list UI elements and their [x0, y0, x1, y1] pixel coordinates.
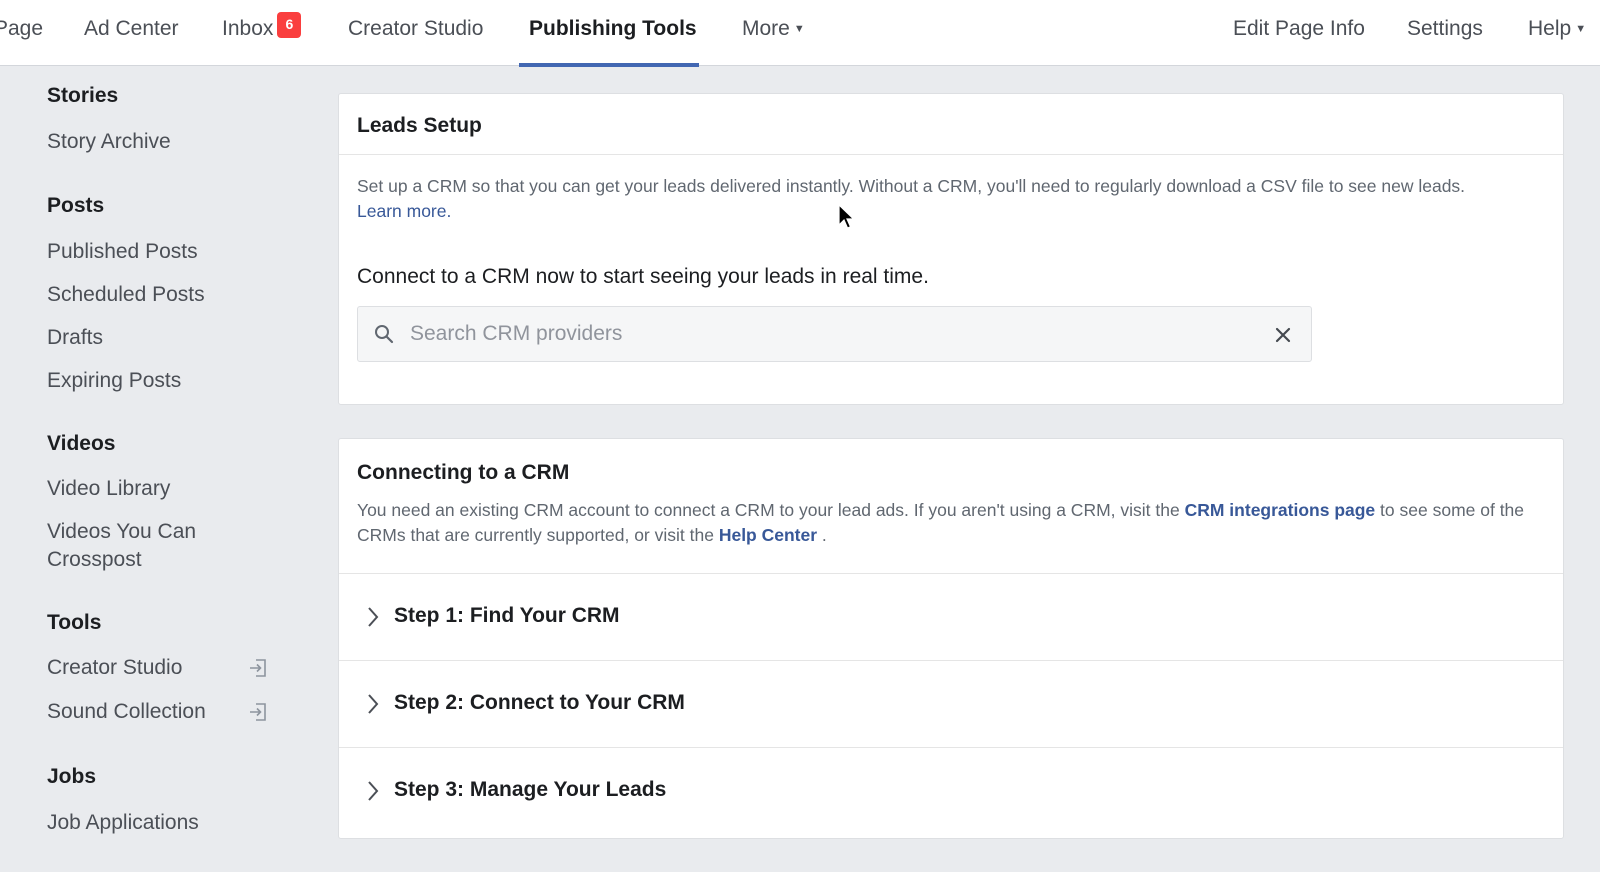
sidebar-item-story-archive[interactable]: Story Archive: [47, 128, 171, 156]
connecting-crm-title: Connecting to a CRM: [357, 461, 570, 484]
chevron-right-icon: [368, 607, 379, 627]
sidebar-item-job-applications[interactable]: Job Applications: [47, 809, 199, 837]
nav-edit-page-info[interactable]: Edit Page Info: [1233, 0, 1365, 66]
chevron-right-icon: [368, 694, 379, 714]
connecting-desc-part1: You need an existing CRM account to conn…: [357, 500, 1180, 520]
external-link-icon[interactable]: [248, 658, 268, 678]
clear-search-icon[interactable]: [1274, 326, 1292, 344]
sidebar-heading-tools: Tools: [47, 611, 102, 634]
search-icon: [375, 325, 394, 344]
sidebar-item-drafts[interactable]: Drafts: [47, 324, 103, 352]
nav-tab-publishing-tools-label: Publishing Tools: [529, 17, 697, 40]
step-3-label: Step 3: Manage Your Leads: [394, 778, 667, 801]
nav-settings[interactable]: Settings: [1407, 0, 1483, 66]
crm-search-box: [357, 306, 1312, 362]
nav-help-label: Help: [1528, 17, 1572, 40]
connect-crm-prompt: Connect to a CRM now to start seeing you…: [357, 265, 929, 288]
chevron-right-icon: [368, 781, 379, 801]
sidebar-item-expiring-posts[interactable]: Expiring Posts: [47, 367, 181, 395]
leads-setup-description-text: Set up a CRM so that you can get your le…: [357, 176, 1466, 196]
connecting-crm-description: You need an existing CRM account to conn…: [357, 498, 1547, 548]
sidebar-item-published-posts[interactable]: Published Posts: [47, 238, 198, 266]
nav-tab-creator-studio[interactable]: Creator Studio: [348, 0, 483, 66]
step-2-row[interactable]: Step 2: Connect to Your CRM: [339, 661, 1563, 747]
mouse-cursor-icon: [838, 204, 855, 229]
sidebar-heading-videos: Videos: [47, 432, 116, 455]
step-1-row[interactable]: Step 1: Find Your CRM: [339, 574, 1563, 660]
caret-down-icon: ▼: [1575, 23, 1587, 36]
nav-tab-inbox[interactable]: Inbox 6: [222, 0, 302, 66]
nav-tab-inbox-label: Inbox: [222, 17, 274, 40]
learn-more-link[interactable]: Learn more.: [357, 201, 451, 221]
sidebar-item-video-library[interactable]: Video Library: [47, 475, 170, 503]
nav-tab-more-label: More: [742, 17, 790, 40]
nav-tab-ad-center[interactable]: Ad Center: [84, 0, 179, 66]
inbox-count-badge: 6: [277, 12, 302, 38]
sidebar: Stories Story Archive Posts Published Po…: [0, 66, 310, 872]
active-tab-indicator: [519, 63, 699, 67]
sidebar-item-videos-you-can-crosspost[interactable]: Videos You Can Crosspost: [47, 518, 247, 574]
nav-tab-publishing-tools[interactable]: Publishing Tools: [519, 0, 699, 67]
sidebar-item-creator-studio[interactable]: Creator Studio: [47, 654, 182, 682]
crm-search-input[interactable]: [410, 307, 1250, 361]
caret-down-icon: ▼: [793, 23, 805, 36]
sidebar-heading-stories: Stories: [47, 84, 119, 107]
sidebar-heading-jobs: Jobs: [47, 765, 97, 788]
step-1-label: Step 1: Find Your CRM: [394, 604, 620, 627]
connecting-desc-part3: .: [821, 525, 827, 545]
leads-setup-card: Leads Setup Set up a CRM so that you can…: [338, 93, 1564, 405]
connecting-crm-card: Connecting to a CRM You need an existing…: [338, 438, 1564, 839]
step-3-row[interactable]: Step 3: Manage Your Leads: [339, 748, 1563, 834]
nav-tab-more[interactable]: More ▼: [742, 0, 805, 66]
crm-integrations-link[interactable]: CRM integrations page: [1185, 500, 1376, 520]
leads-setup-title: Leads Setup: [357, 114, 482, 137]
sidebar-heading-posts: Posts: [47, 194, 105, 217]
nav-tab-page[interactable]: Page: [0, 0, 43, 66]
sidebar-item-sound-collection[interactable]: Sound Collection: [47, 698, 206, 726]
step-2-label: Step 2: Connect to Your CRM: [394, 691, 685, 714]
external-link-icon[interactable]: [248, 702, 268, 722]
leads-setup-description: Set up a CRM so that you can get your le…: [357, 174, 1547, 224]
top-navigation-bar: Page Ad Center Inbox 6 Creator Studio Pub…: [0, 0, 1600, 67]
help-center-link[interactable]: Help Center: [719, 525, 817, 545]
divider: [339, 154, 1563, 155]
nav-help[interactable]: Help ▼: [1528, 0, 1586, 66]
sidebar-item-scheduled-posts[interactable]: Scheduled Posts: [47, 281, 205, 309]
